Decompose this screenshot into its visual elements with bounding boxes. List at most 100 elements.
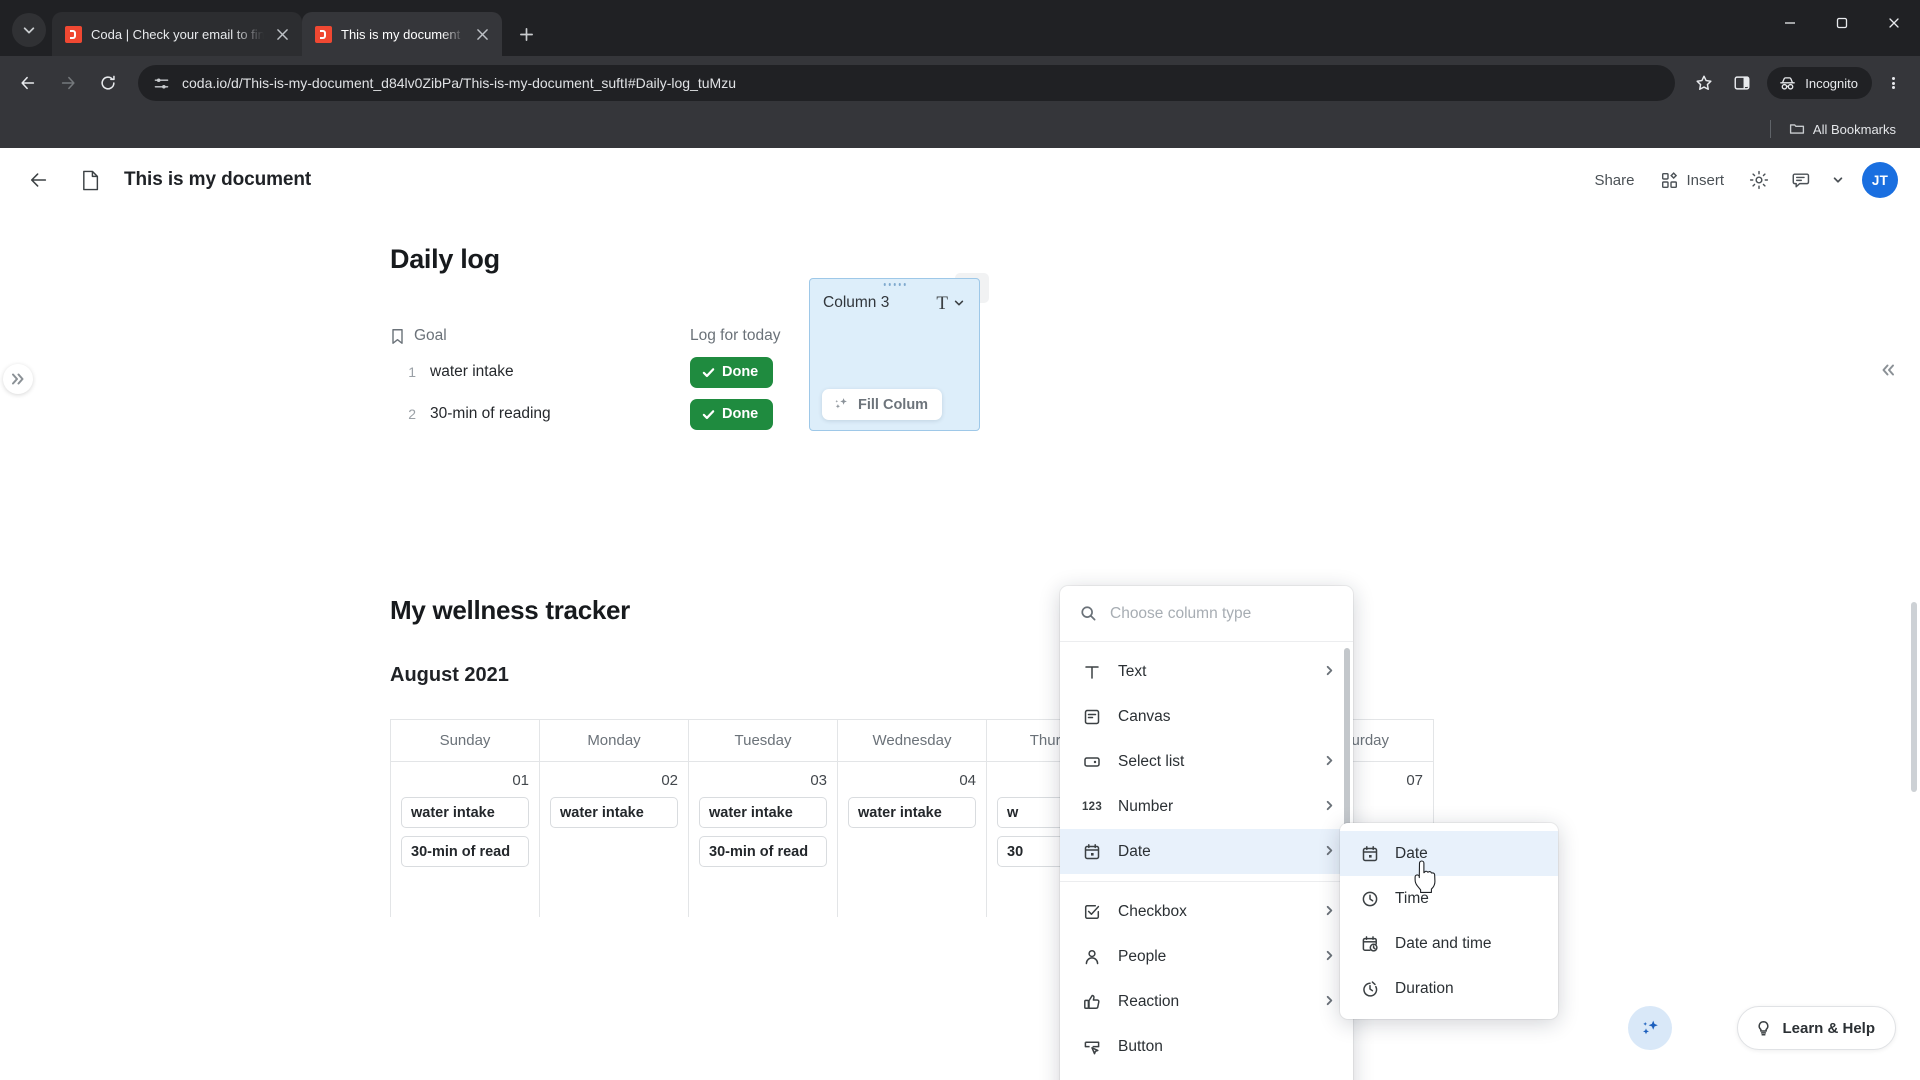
check-icon (702, 367, 715, 377)
lightbulb-icon (1758, 1020, 1769, 1035)
insert-icon (1662, 171, 1678, 188)
settings-gear-icon[interactable] (1741, 162, 1777, 198)
menu-item-date[interactable]: Date (1060, 829, 1353, 874)
sparkle-icon (1643, 1020, 1658, 1035)
calendar-day-cell[interactable]: 04 water intake (838, 762, 987, 917)
calendar-date: 04 (959, 772, 976, 789)
menu-item-button[interactable]: Button (1060, 1024, 1353, 1069)
page-scrollbar[interactable] (1911, 602, 1917, 792)
collapse-panel-button[interactable] (1874, 356, 1902, 384)
calendar-chip[interactable]: water intake (848, 797, 976, 828)
calendar-day-cell[interactable]: 03 water intake 30-min of read (689, 762, 838, 917)
maximize-icon[interactable] (1816, 0, 1868, 46)
calendar-chip[interactable]: water intake (699, 797, 827, 828)
calendar-chip[interactable]: 30-min of read (699, 836, 827, 867)
column-3-name[interactable]: Column 3 (823, 294, 936, 312)
thumbs-up-icon (1082, 993, 1102, 1011)
menu-item-label: Number (1118, 797, 1174, 815)
page-title: This is my document (124, 169, 312, 190)
calendar-chip[interactable]: water intake (401, 797, 529, 828)
menu-item-text[interactable]: Text (1060, 649, 1353, 694)
new-tab-button[interactable] (510, 18, 542, 50)
browser-tab-1[interactable]: This is my document (302, 12, 502, 56)
tab-search-icon[interactable] (12, 13, 46, 47)
browser-tab-0[interactable]: Coda | Check your email to fin (52, 12, 302, 56)
menu-item-people[interactable]: People (1060, 934, 1353, 979)
coda-favicon (65, 25, 82, 43)
close-icon[interactable] (273, 25, 292, 44)
calendar-icon (1082, 843, 1102, 861)
coda-app: This is my document Share Insert JT Dail… (0, 148, 1920, 1080)
window-controls (1764, 0, 1920, 46)
comments-icon[interactable] (1784, 162, 1820, 198)
folder-icon (1789, 124, 1804, 134)
table-row[interactable]: 2 30-min of reading Done (390, 393, 1920, 435)
bookmarks-bar: All Bookmarks (0, 110, 1920, 148)
text-type-icon: T (936, 292, 948, 314)
column-3-selection[interactable]: Column 3 T Fill Colum (809, 278, 980, 431)
side-panel-icon[interactable] (1725, 66, 1759, 100)
menu-item-images-files[interactable]: Images & Files (1060, 1069, 1353, 1080)
table-row[interactable]: 1 water intake Done (390, 351, 1920, 393)
calendar-date: 03 (810, 772, 827, 789)
column-type-search-input[interactable] (1110, 604, 1333, 623)
incognito-indicator[interactable]: Incognito (1767, 67, 1872, 99)
calendar-clock-icon (1360, 935, 1380, 953)
column-type-menu: Text Canvas Select list (1060, 586, 1353, 1080)
done-button[interactable]: Done (690, 356, 774, 388)
reload-icon[interactable] (90, 65, 126, 101)
chevron-down-icon[interactable] (1827, 165, 1849, 195)
minimize-icon[interactable] (1764, 0, 1816, 46)
forward-icon[interactable] (50, 65, 86, 101)
column-header-goal[interactable]: Goal (390, 327, 690, 345)
bookmark-star-icon[interactable] (1687, 66, 1721, 100)
ai-assistant-button[interactable] (1628, 1006, 1672, 1050)
calendar-chip[interactable]: water intake (550, 797, 678, 828)
url-text: coda.io/d/This-is-my-document_d84lv0ZibP… (182, 75, 736, 91)
calendar-day-cell[interactable]: 02 water intake (540, 762, 689, 917)
site-settings-icon[interactable] (152, 74, 170, 92)
submenu-item-date[interactable]: Date (1340, 831, 1558, 876)
learn-and-help-button[interactable]: Learn & Help (1737, 1006, 1896, 1050)
done-button[interactable]: Done (690, 398, 774, 430)
submenu-item-label: Time (1395, 889, 1429, 907)
submenu-item-duration[interactable]: Duration (1340, 966, 1558, 1011)
all-bookmarks-button[interactable]: All Bookmarks (1781, 117, 1904, 141)
chrome-menu-icon[interactable] (1876, 66, 1910, 100)
share-button[interactable]: Share (1584, 165, 1644, 196)
submenu-item-time[interactable]: Time (1340, 876, 1558, 921)
column-type-search[interactable] (1060, 586, 1353, 642)
row-goal-text[interactable]: water intake (430, 363, 690, 381)
menu-item-label: Button (1118, 1037, 1163, 1055)
row-number: 1 (408, 364, 416, 380)
chevron-right-icon (1324, 993, 1335, 1011)
insert-button[interactable]: Insert (1651, 165, 1734, 196)
close-icon[interactable] (473, 25, 492, 44)
close-window-icon[interactable] (1868, 0, 1920, 46)
doc-content: Daily log Goal Log for today 1 water int… (0, 212, 1920, 917)
check-icon (702, 409, 715, 419)
menu-item-checkbox[interactable]: Checkbox (1060, 889, 1353, 934)
fill-column-button[interactable]: Fill Colum (822, 389, 943, 420)
tab-title: This is my document (341, 26, 461, 42)
avatar[interactable]: JT (1862, 162, 1898, 198)
expand-sidebar-button[interactable] (3, 364, 33, 394)
row-goal-text[interactable]: 30-min of reading (430, 405, 690, 423)
drag-handle[interactable] (883, 283, 906, 286)
menu-item-reaction[interactable]: Reaction (1060, 979, 1353, 1024)
menu-item-number[interactable]: 123 Number (1060, 784, 1353, 829)
submenu-item-label: Duration (1395, 979, 1454, 997)
column-type-toggle[interactable]: T (936, 294, 965, 313)
calendar-chip[interactable]: 30-min of read (401, 836, 529, 867)
menu-item-label: Checkbox (1118, 902, 1187, 920)
calendar-day-cell[interactable]: 01 water intake 30-min of read (391, 762, 540, 917)
menu-item-canvas[interactable]: Canvas (1060, 694, 1353, 739)
doc-back-button[interactable] (22, 163, 56, 197)
submenu-item-date-and-time[interactable]: Date and time (1340, 921, 1558, 966)
menu-item-select-list[interactable]: Select list (1060, 739, 1353, 784)
chevron-right-icon (1324, 843, 1335, 861)
number-icon: 123 (1081, 800, 1103, 813)
address-bar[interactable]: coda.io/d/This-is-my-document_d84lv0ZibP… (138, 65, 1676, 101)
back-icon[interactable] (10, 65, 46, 101)
doc-icon[interactable] (70, 160, 110, 200)
